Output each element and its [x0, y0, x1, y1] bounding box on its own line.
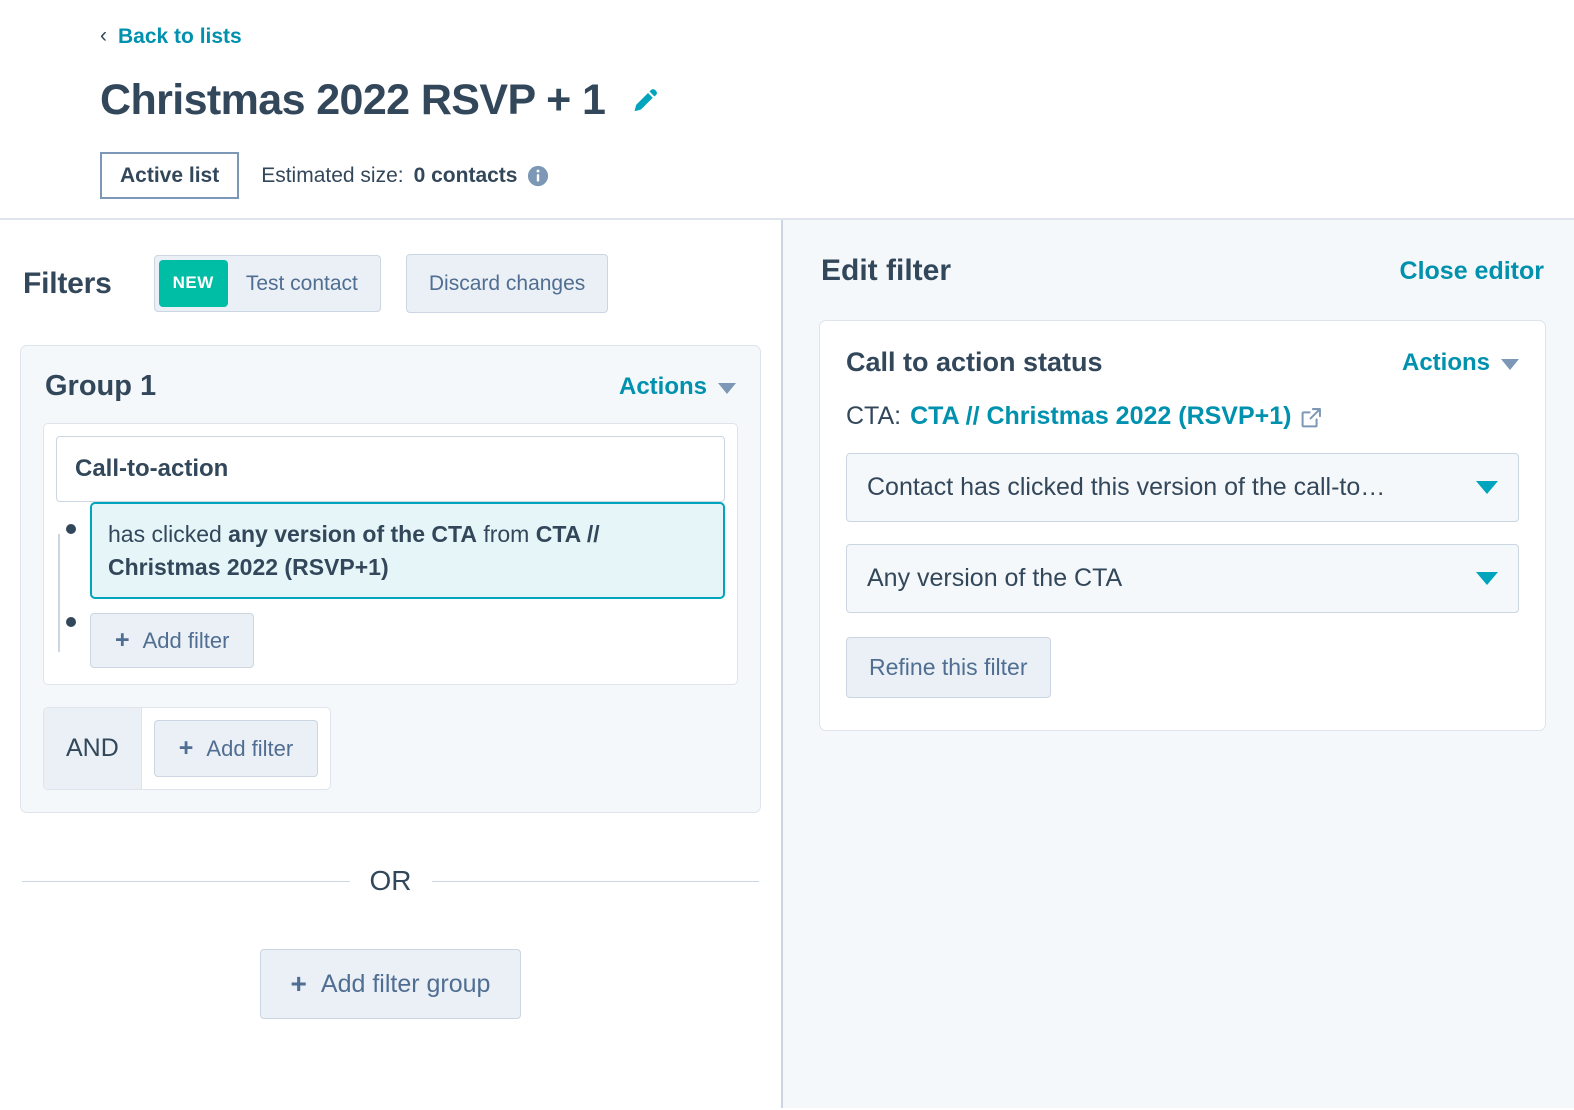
bullet-dot [66, 617, 76, 628]
and-operator-row: AND + Add filter [43, 707, 332, 791]
chevron-down-icon [1501, 358, 1519, 370]
status-badge[interactable]: Active list [100, 152, 240, 200]
cta-name-link[interactable]: CTA // Christmas 2022 (RSVP+1) [910, 402, 1291, 431]
cta-version-value: Any version of the CTA [867, 564, 1123, 592]
or-label: OR [369, 865, 412, 897]
page-header: ‹ Back to lists Christmas 2022 RSVP + 1 … [0, 0, 1574, 220]
add-filter-group-label: Add filter group [320, 969, 491, 998]
info-circle-icon[interactable] [527, 165, 549, 187]
edit-card-title: Call to action status [846, 347, 1103, 377]
filter-text-part2: from [476, 521, 536, 548]
edit-card-actions-label: Actions [1401, 348, 1490, 376]
and-operator-label[interactable]: AND [44, 708, 142, 790]
back-to-lists-link[interactable]: ‹ Back to lists [100, 24, 242, 48]
list-meta-row: Active list Estimated size: 0 contacts [100, 152, 1574, 200]
edit-filter-title: Edit filter [821, 254, 952, 287]
filter-bullet-list: has clicked any version of the CTA from … [44, 502, 737, 669]
add-filter-row: + Add filter [56, 599, 725, 669]
property-input[interactable]: Call-to-action [56, 436, 725, 503]
selected-filter-chip[interactable]: has clicked any version of the CTA from … [90, 502, 725, 600]
edit-filter-header: Edit filter Close editor [819, 254, 1546, 288]
estimated-size: Estimated size: 0 contacts [261, 164, 549, 188]
divider-line-left [22, 880, 350, 882]
group-actions-label: Actions [618, 372, 707, 400]
and-add-filter-button[interactable]: + Add filter [153, 720, 319, 778]
add-filter-label: Add filter [142, 627, 230, 653]
edit-card-header: Call to action status Actions [846, 347, 1519, 378]
filter-text-part1: has clicked [108, 521, 229, 548]
filter-group-title: Group 1 [45, 370, 157, 403]
plus-icon: + [178, 734, 194, 763]
title-row: Christmas 2022 RSVP + 1 [100, 76, 1574, 124]
plus-icon: + [115, 626, 130, 655]
chevron-down-icon [1476, 572, 1498, 585]
event-type-select[interactable]: Contact has clicked this version of the … [846, 453, 1519, 522]
filter-group-card: Group 1 Actions Call-to-action has click… [20, 345, 761, 814]
estimated-size-label: Estimated size: [261, 163, 404, 187]
edit-card-actions-dropdown[interactable]: Actions [1402, 349, 1519, 377]
and-add-filter-label: Add filter [206, 735, 294, 761]
or-divider: OR [20, 865, 761, 897]
test-contact-button[interactable]: NEW Test contact [153, 255, 381, 313]
add-filter-group-wrap: + Add filter group [20, 949, 761, 1020]
edit-filter-card: Call to action status Actions CTA: CTA /… [819, 320, 1546, 732]
filter-box: Call-to-action has clicked any version o… [43, 423, 738, 686]
edit-filter-panel: Edit filter Close editor Call to action … [783, 220, 1574, 1108]
page-title: Christmas 2022 RSVP + 1 [100, 76, 606, 124]
cta-version-select[interactable]: Any version of the CTA [846, 544, 1519, 613]
plus-icon: + [290, 968, 307, 1000]
discard-changes-button[interactable]: Discard changes [405, 254, 609, 314]
cta-prefix-label: CTA: [846, 402, 902, 430]
divider-line-right [431, 880, 759, 882]
cta-reference-line: CTA: CTA // Christmas 2022 (RSVP+1) [846, 402, 1519, 431]
add-filter-group-button[interactable]: + Add filter group [259, 949, 522, 1020]
external-link-icon[interactable] [1300, 406, 1323, 429]
filters-toolbar: Filters NEW Test contact Discard changes [20, 254, 761, 314]
filter-text-bold1: any version of the CTA [228, 521, 477, 548]
pencil-icon[interactable] [631, 86, 661, 116]
test-contact-label: Test contact [245, 272, 358, 295]
bullet-dot [66, 524, 76, 535]
chevron-left-icon: ‹ [100, 24, 107, 47]
chevron-down-icon [718, 382, 736, 394]
chevron-down-icon [1476, 481, 1498, 494]
new-badge: NEW [158, 260, 228, 308]
main-body: Filters NEW Test contact Discard changes… [0, 220, 1574, 1108]
filter-row: has clicked any version of the CTA from … [56, 502, 725, 600]
group-actions-dropdown[interactable]: Actions [619, 373, 736, 401]
event-type-value: Contact has clicked this version of the … [867, 473, 1386, 501]
filters-panel: Filters NEW Test contact Discard changes… [0, 220, 783, 1108]
filter-group-header: Group 1 Actions [43, 370, 738, 403]
filters-heading: Filters [23, 266, 112, 300]
close-editor-link[interactable]: Close editor [1400, 257, 1544, 286]
back-to-lists-label: Back to lists [118, 25, 242, 48]
refine-this-filter-button[interactable]: Refine this filter [846, 637, 1051, 699]
add-filter-button[interactable]: + Add filter [90, 613, 255, 669]
estimated-size-value: 0 contacts [413, 163, 518, 187]
